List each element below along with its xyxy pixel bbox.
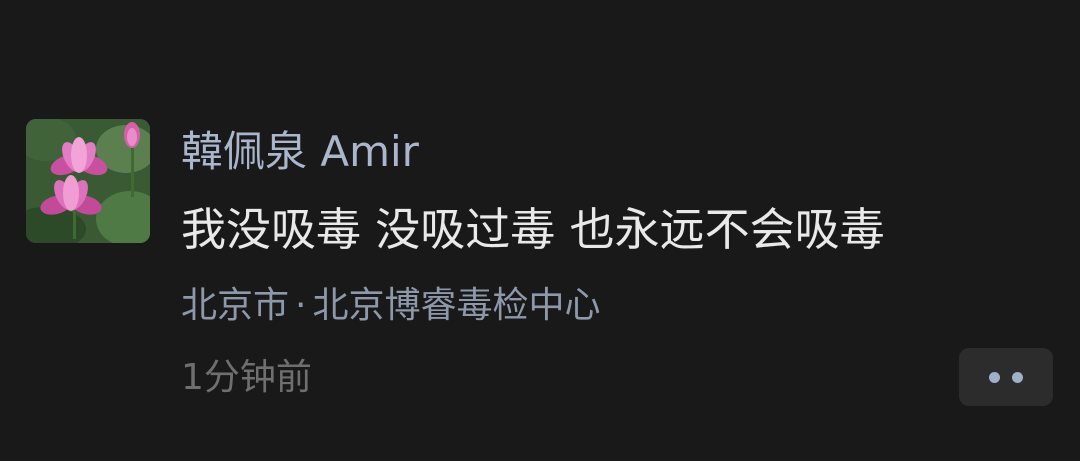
lotus-avatar-image [26,119,150,243]
post-location[interactable]: 北京市 · 北京博睿毒检中心 [181,280,600,332]
ellipsis-more-icon [989,371,1023,383]
location-place: 北京博睿毒检中心 [312,285,601,326]
post-timestamp: 1分钟前 [181,357,312,398]
location-city: 北京市 [181,285,290,326]
post-content: 我没吸毒 没吸过毒 也永远不会吸毒 [181,203,885,256]
avatar[interactable] [26,119,150,243]
location-separator: · [295,285,307,326]
moments-post: 韓佩泉 Amir 我没吸毒 没吸过毒 也永远不会吸毒 北京市 · 北京博睿毒检中心 … [0,0,1080,461]
author-name[interactable]: 韓佩泉 Amir [181,124,419,180]
more-actions-button[interactable] [959,348,1053,406]
